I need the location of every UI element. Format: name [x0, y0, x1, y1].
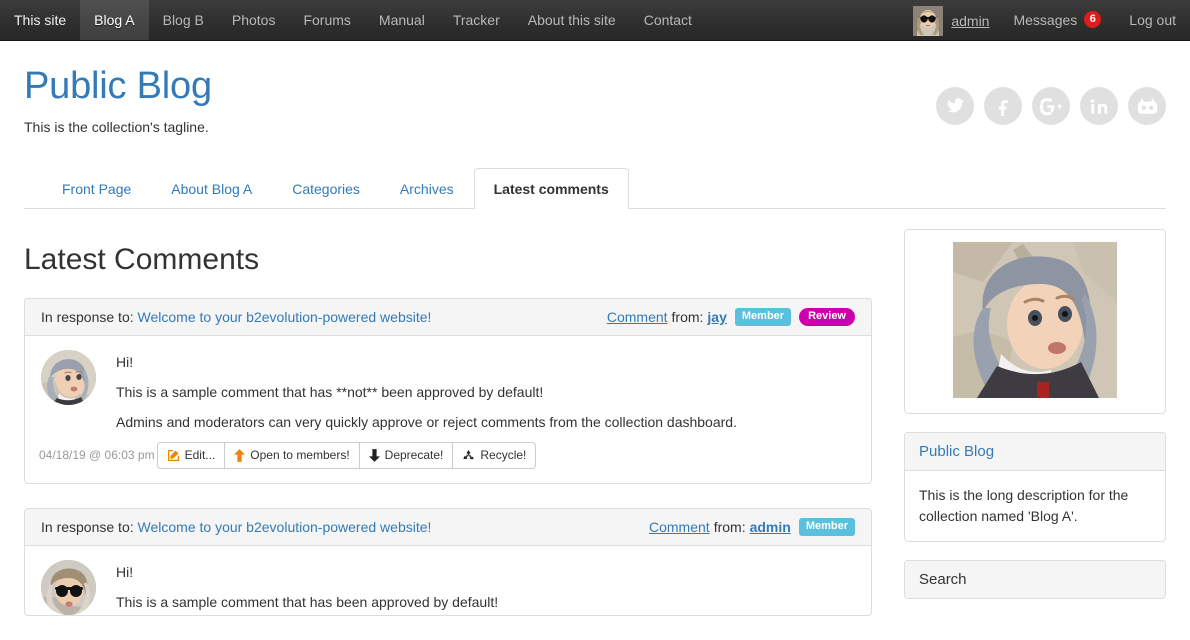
- evobar-user-name: admin: [951, 12, 990, 29]
- comment-actions: Edit... Open to members! Deprecate! Recy…: [156, 441, 537, 469]
- comment-text: Hi! This is a sample comment that has **…: [116, 350, 855, 433]
- widget-image-wrap: [917, 241, 1153, 401]
- tab-categories[interactable]: Categories: [272, 168, 380, 209]
- recycle-button[interactable]: Recycle!: [452, 441, 537, 469]
- comment-author-link[interactable]: jay: [707, 309, 726, 325]
- sidebar: Public Blog This is the long description…: [904, 228, 1166, 617]
- comment-line: This is a sample comment that has been a…: [116, 593, 499, 610]
- page-inner: Public Blog This is the collection's tag…: [24, 65, 1166, 640]
- content-columns: Latest Comments In response to: Welcome …: [24, 209, 1166, 640]
- responded-post-link[interactable]: Welcome to your b2evolution-powered webs…: [138, 309, 432, 325]
- collection-tabs: Front Page About Blog A Categories Archi…: [24, 167, 1166, 209]
- comment-item: In response to: Welcome to your b2evolut…: [24, 297, 872, 484]
- github-icon[interactable]: [1128, 87, 1166, 125]
- twitter-icon[interactable]: [936, 87, 974, 125]
- baby-bonnet-photo-icon[interactable]: [953, 241, 1117, 398]
- arrow-up-icon: [234, 448, 246, 462]
- evobar-messages-link[interactable]: Messages 6: [999, 0, 1115, 41]
- open-to-members-label: Open to members!: [250, 447, 350, 462]
- baby-bonnet-avatar-icon[interactable]: [41, 349, 96, 405]
- user-avatar-sunglasses-icon: [913, 5, 944, 36]
- tab-front-page[interactable]: Front Page: [42, 168, 151, 209]
- evobar-item-forums[interactable]: Forums: [289, 0, 364, 40]
- social-links: [936, 87, 1166, 125]
- comment-author-block: Comment from: jay Member Review: [607, 307, 855, 326]
- tab-archives[interactable]: Archives: [380, 168, 474, 209]
- page-title: Latest Comments: [24, 242, 260, 276]
- evobar: This site Blog A Blog B Photos Forums Ma…: [0, 0, 1190, 41]
- sidebar-search-widget: Search: [904, 559, 1166, 599]
- edit-button-label: Edit...: [184, 447, 216, 462]
- page-container: Public Blog This is the collection's tag…: [0, 65, 1190, 640]
- comment-in-response-to: In response to: Welcome to your b2evolut…: [41, 309, 431, 325]
- comment-line: Hi!: [116, 563, 134, 580]
- recycle-icon: [462, 449, 475, 462]
- evobar-item-blog-a[interactable]: Blog A: [80, 0, 149, 40]
- status-badge-member: Member: [798, 517, 855, 536]
- evobar-item-contact[interactable]: Contact: [630, 0, 706, 40]
- sidebar-image-widget: [904, 228, 1166, 414]
- main-column: Latest Comments In response to: Welcome …: [24, 229, 872, 640]
- edit-button[interactable]: Edit...: [156, 441, 226, 469]
- comment-header: In response to: Welcome to your b2evolut…: [25, 508, 871, 546]
- evobar-messages-label: Messages: [1013, 12, 1078, 28]
- comment-permalink[interactable]: Comment: [607, 309, 668, 325]
- status-badge-member: Member: [734, 307, 792, 326]
- evobar-item-about-this-site[interactable]: About this site: [514, 0, 630, 40]
- about-widget-body: This is the long description for the col…: [919, 486, 1129, 524]
- evobar-item-photos[interactable]: Photos: [218, 0, 290, 40]
- tab-latest-comments[interactable]: Latest comments: [473, 167, 629, 209]
- deprecate-label: Deprecate!: [384, 447, 444, 462]
- comment-item: In response to: Welcome to your b2evolut…: [24, 507, 872, 616]
- comment-text: Hi! This is a sample comment that has be…: [116, 560, 855, 615]
- evobar-item-blog-b[interactable]: Blog B: [149, 0, 218, 40]
- status-badge-review: Review: [799, 307, 855, 326]
- googleplus-icon[interactable]: [1032, 87, 1070, 125]
- comment-body: Hi! This is a sample comment that has be…: [25, 546, 871, 615]
- facebook-icon[interactable]: [984, 87, 1022, 125]
- search-widget-title: Search: [905, 560, 1165, 598]
- comment-body: Hi! This is a sample comment that has **…: [25, 336, 871, 433]
- comment-header: In response to: Welcome to your b2evolut…: [25, 298, 871, 336]
- evobar-item-this-site[interactable]: This site: [0, 0, 80, 40]
- evobar-logout-link[interactable]: Log out: [1115, 0, 1190, 41]
- open-to-members-button[interactable]: Open to members!: [224, 441, 360, 469]
- messages-count-badge: 6: [1084, 11, 1102, 28]
- comment-date: 04/18/19 @ 06:03 pm: [39, 448, 155, 463]
- comment-author-block: Comment from: admin Member: [649, 517, 855, 536]
- evobar-item-manual[interactable]: Manual: [365, 0, 439, 40]
- about-widget-title[interactable]: Public Blog: [905, 432, 1165, 471]
- comment-line: Hi!: [116, 353, 134, 370]
- evobar-item-tracker[interactable]: Tracker: [439, 0, 514, 40]
- in-response-label: In response to:: [41, 518, 134, 535]
- comment-permalink[interactable]: Comment: [649, 519, 710, 535]
- evobar-user-menu[interactable]: admin: [907, 0, 999, 41]
- evobar-right-nav: admin Messages 6 Log out: [907, 0, 1190, 41]
- from-separator: from:: [671, 308, 704, 325]
- responded-post-link[interactable]: Welcome to your b2evolution-powered webs…: [138, 519, 432, 535]
- from-separator: from:: [713, 518, 746, 535]
- tab-about-blog-a[interactable]: About Blog A: [151, 168, 272, 209]
- sidebar-about-widget: Public Blog This is the long description…: [904, 431, 1166, 542]
- arrow-down-icon: [368, 448, 380, 462]
- comment-line: This is a sample comment that has **not*…: [116, 383, 544, 400]
- pencil-square-icon: [167, 449, 180, 462]
- comment-footer: 04/18/19 @ 06:03 pm Edit... Open to memb…: [25, 433, 871, 483]
- sunglasses-child-avatar-icon[interactable]: [41, 559, 96, 615]
- comment-in-response-to: In response to: Welcome to your b2evolut…: [41, 519, 431, 535]
- deprecate-button[interactable]: Deprecate!: [358, 441, 454, 469]
- comment-line: Admins and moderators can very quickly a…: [116, 414, 737, 431]
- recycle-label: Recycle!: [480, 447, 527, 462]
- in-response-label: In response to:: [41, 308, 134, 325]
- evobar-left-nav: This site Blog A Blog B Photos Forums Ma…: [0, 0, 706, 40]
- linkedin-icon[interactable]: [1080, 87, 1118, 125]
- comment-author-link[interactable]: admin: [750, 519, 791, 535]
